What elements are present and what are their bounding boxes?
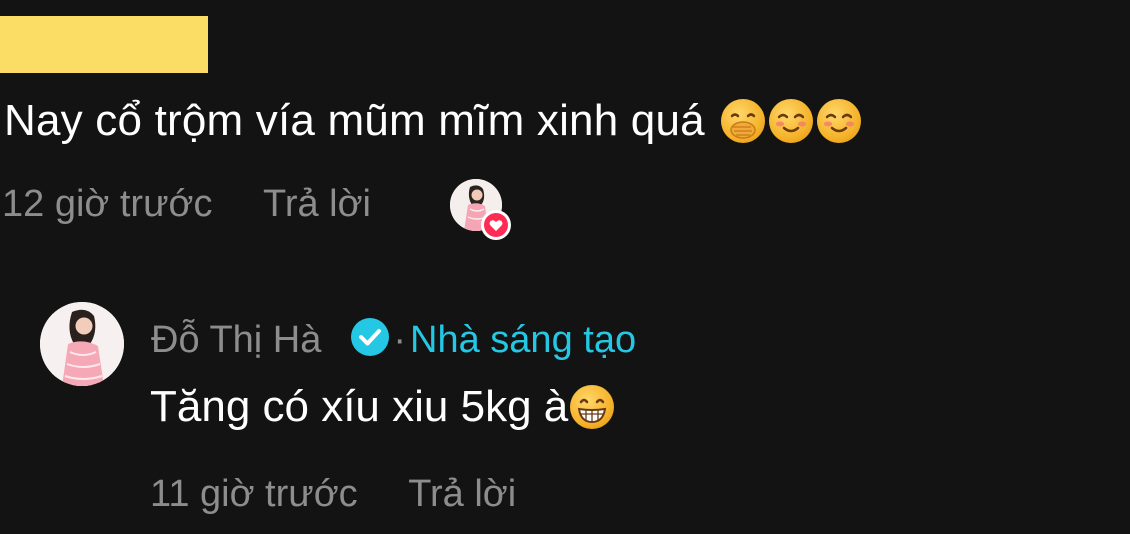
reply-header: Đỗ Thị Hà · Nhà sáng tạo	[151, 316, 636, 364]
comment-reply-button[interactable]: Trả lời	[263, 183, 371, 225]
heart-icon	[481, 210, 511, 240]
separator-dot: ·	[393, 319, 407, 361]
comment-text: Nay cổ trộm vía mũm mĩm xinh quá	[4, 92, 862, 150]
creator-badge: Nhà sáng tạo	[410, 319, 637, 361]
redacted-username	[0, 16, 208, 73]
reply-timestamp: 11 giờ trước	[150, 473, 358, 515]
comment-body: Nay cổ trộm vía mũm mĩm xinh quá	[4, 96, 705, 145]
hand-over-mouth-emoji-icon	[721, 99, 766, 143]
smiling-face-emoji-icon	[817, 99, 862, 143]
verified-badge-icon	[349, 316, 391, 358]
smiling-face-emoji-icon	[769, 99, 814, 143]
reply-text: Tăng có xíu xiu 5kg à	[150, 378, 615, 436]
reply-author-name[interactable]: Đỗ Thị Hà	[151, 319, 321, 361]
grinning-face-emoji-icon	[570, 385, 615, 429]
comment-timestamp: 12 giờ trước	[2, 183, 213, 225]
reply-reply-button[interactable]: Trả lời	[408, 473, 516, 515]
reply-meta: 11 giờ trước Trả lời	[150, 470, 516, 518]
reply-body: Tăng có xíu xiu 5kg à	[150, 382, 569, 431]
reply-author-avatar[interactable]	[40, 302, 124, 386]
comment-meta: 12 giờ trước Trả lời	[2, 180, 371, 228]
